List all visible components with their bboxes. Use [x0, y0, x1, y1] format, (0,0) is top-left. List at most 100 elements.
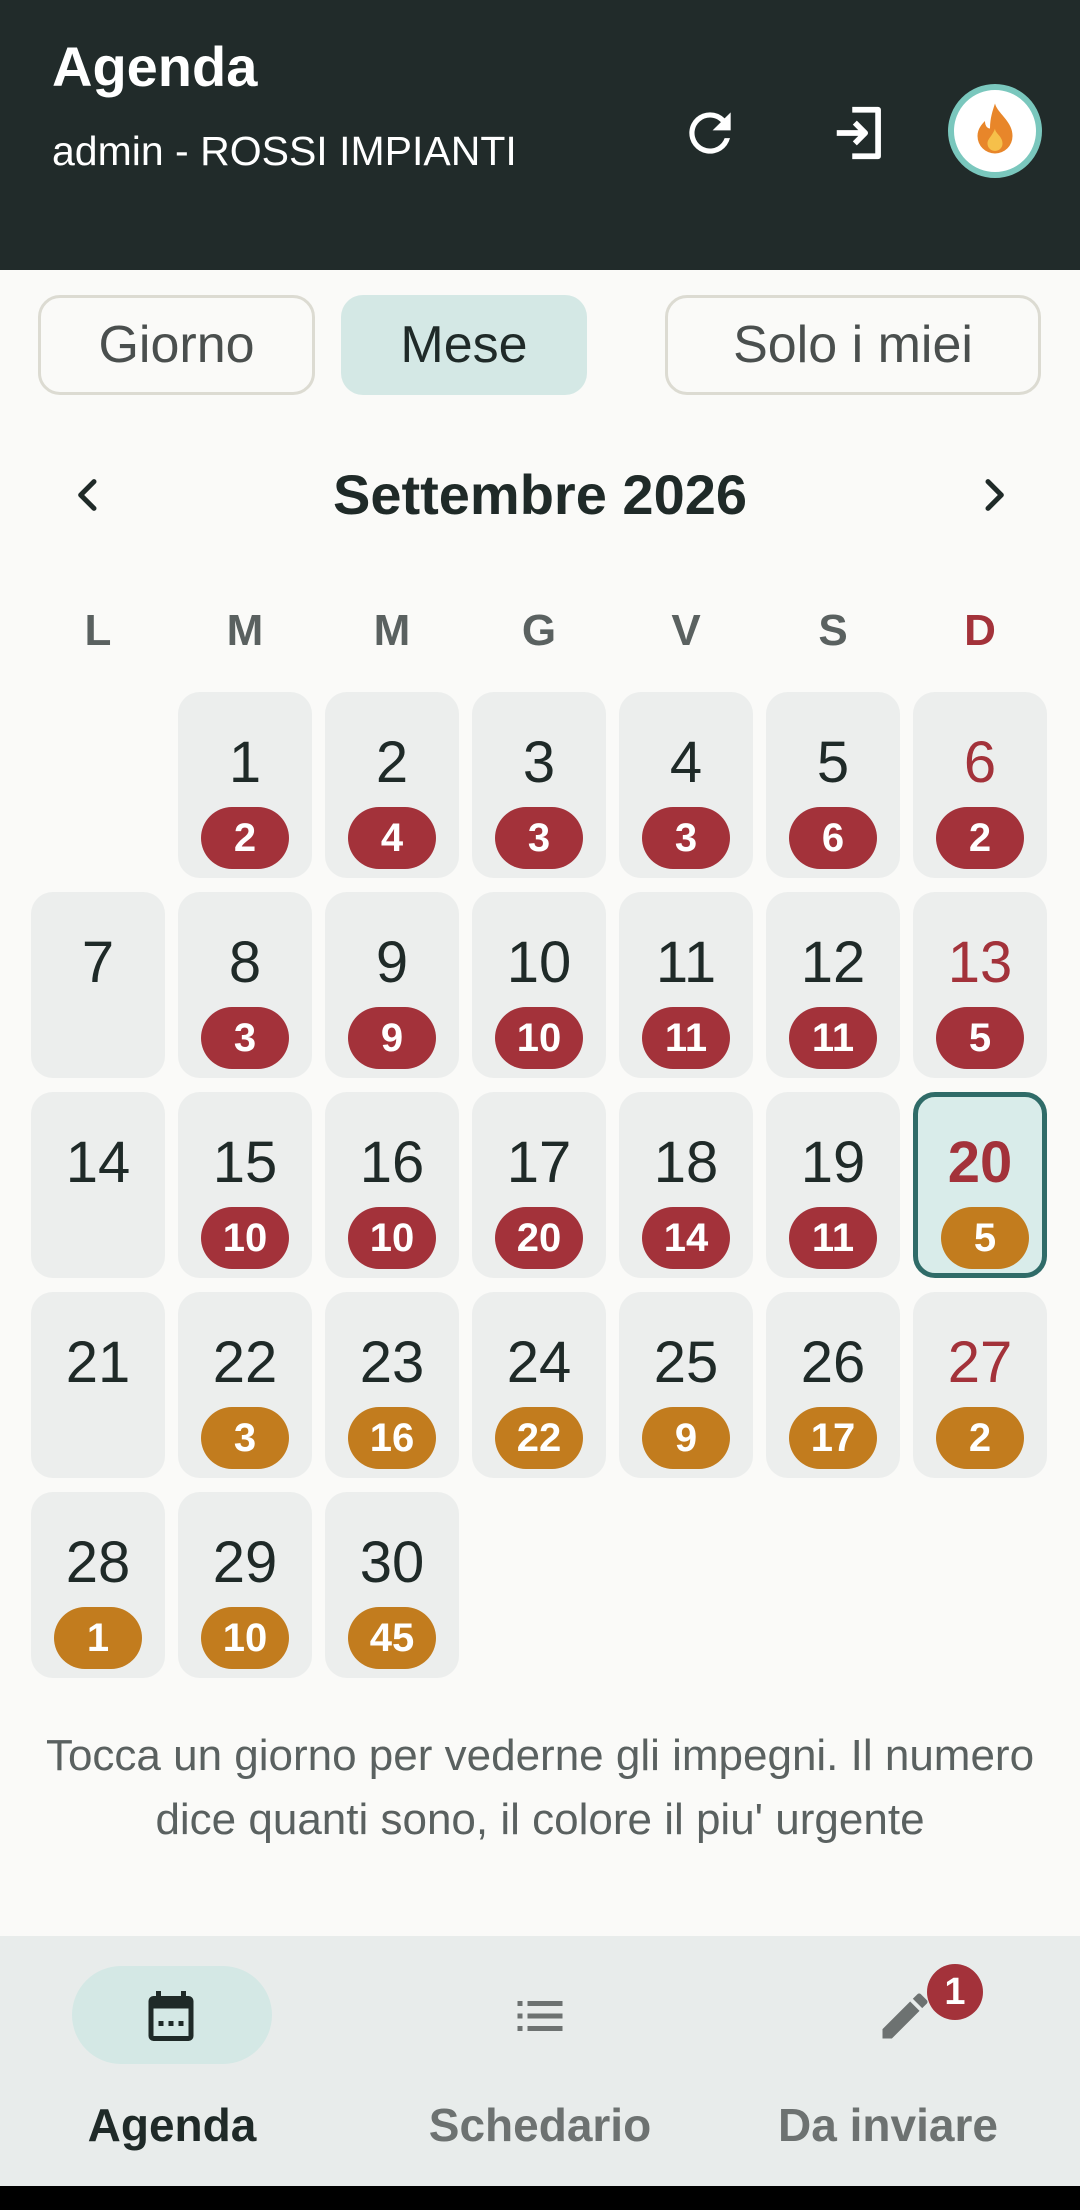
calendar-day[interactable]: 25 9	[619, 1292, 753, 1478]
event-count-badge: 2	[936, 807, 1024, 869]
event-count-badge: 3	[642, 807, 730, 869]
calendar-day[interactable]: 27 2	[913, 1292, 1047, 1478]
tab-mese[interactable]: Mese	[341, 295, 587, 395]
bottom-nav: Agenda Schedario 1 Da inviare	[0, 1936, 1080, 2186]
calendar-day[interactable]: 29 10	[178, 1492, 312, 1678]
event-count-badge: 14	[642, 1207, 730, 1269]
pending-count-badge: 1	[927, 1964, 983, 2020]
calendar-day[interactable]: 26 17	[766, 1292, 900, 1478]
nav-item-agenda[interactable]: Agenda	[0, 1936, 360, 2186]
calendar-day[interactable]: 14	[31, 1092, 165, 1278]
nav-item-schedario[interactable]: Schedario	[360, 1936, 720, 2186]
logout-icon	[836, 106, 881, 160]
day-number: 14	[65, 1130, 131, 1195]
event-count-badge: 20	[495, 1207, 583, 1269]
day-number: 26	[800, 1330, 866, 1395]
event-count-badge: 10	[201, 1207, 289, 1269]
day-number: 5	[816, 730, 850, 795]
calendar-day[interactable]: 10 10	[472, 892, 606, 1078]
calendar-day[interactable]: 12 11	[766, 892, 900, 1078]
calendar-day[interactable]: 62	[913, 692, 1047, 878]
day-number: 30	[359, 1530, 425, 1595]
day-number: 22	[212, 1330, 278, 1395]
weekday-label: M	[226, 606, 264, 655]
day-number: 28	[65, 1530, 131, 1595]
prev-month-button[interactable]	[54, 460, 124, 530]
day-number: 20	[947, 1130, 1013, 1195]
list-icon	[517, 2001, 563, 2031]
weekday-label: V	[671, 606, 701, 655]
day-number: 1	[228, 730, 262, 795]
event-count-badge: 11	[789, 1007, 877, 1069]
calendar-day[interactable]: 24 22	[472, 1292, 606, 1478]
nav-label-da-inviare: Da inviare	[778, 2099, 998, 2151]
day-number: 17	[506, 1130, 572, 1195]
calendar-day[interactable]: 83	[178, 892, 312, 1078]
chevron-left-icon	[78, 479, 97, 511]
calendar-day[interactable]: 28 1	[31, 1492, 165, 1678]
calendar-day[interactable]: 99	[325, 892, 459, 1078]
day-number: 7	[81, 930, 115, 995]
calendar-icon	[148, 1991, 194, 2041]
event-count-badge: 11	[789, 1207, 877, 1269]
day-number: 15	[212, 1130, 278, 1195]
day-number: 29	[212, 1530, 278, 1595]
day-number: 2	[375, 730, 409, 795]
day-number: 16	[359, 1130, 425, 1195]
calendar-day[interactable]: 23 16	[325, 1292, 459, 1478]
calendar-day[interactable]: 24	[325, 692, 459, 878]
calendar-day-today[interactable]: 20 5	[913, 1092, 1047, 1278]
day-number: 9	[375, 930, 409, 995]
event-count-badge: 3	[201, 1407, 289, 1469]
event-count-badge: 6	[789, 807, 877, 869]
calendar-hint: Tocca un giorno per vederne gli impegni.…	[45, 1731, 1035, 1844]
calendar-day[interactable]: 7	[31, 892, 165, 1078]
calendar-day[interactable]: 12	[178, 692, 312, 878]
nav-item-da-inviare[interactable]: 1 Da inviare	[720, 1936, 1080, 2186]
event-count-badge: 22	[495, 1407, 583, 1469]
logout-button[interactable]	[815, 88, 905, 178]
weekday-label: L	[84, 606, 112, 655]
calendar-day[interactable]: 43	[619, 692, 753, 878]
event-count-badge: 3	[495, 807, 583, 869]
event-count-badge: 2	[201, 807, 289, 869]
pencil-icon	[882, 1993, 928, 2039]
event-count-badge: 45	[348, 1607, 436, 1669]
avatar[interactable]	[948, 84, 1042, 178]
tab-giorno[interactable]: Giorno	[38, 295, 315, 395]
day-number: 25	[653, 1330, 719, 1395]
calendar-day[interactable]: 13 5	[913, 892, 1047, 1078]
calendar-day[interactable]: 21	[31, 1292, 165, 1478]
calendar-day[interactable]: 16 10	[325, 1092, 459, 1278]
day-number: 11	[655, 930, 717, 995]
event-count-badge: 2	[936, 1407, 1024, 1469]
calendar-day[interactable]: 33	[472, 692, 606, 878]
day-number: 4	[669, 730, 703, 795]
event-count-badge: 10	[201, 1607, 289, 1669]
calendar-day[interactable]: 11 11	[619, 892, 753, 1078]
event-count-badge: 10	[348, 1207, 436, 1269]
event-count-badge: 1	[54, 1607, 142, 1669]
day-number: 10	[506, 930, 572, 995]
refresh-button[interactable]	[665, 88, 755, 178]
calendar-day[interactable]: 19 11	[766, 1092, 900, 1278]
day-number: 21	[65, 1330, 131, 1395]
day-number: 24	[506, 1330, 572, 1395]
calendar-day[interactable]: 56	[766, 692, 900, 878]
day-number: 12	[800, 930, 866, 995]
filter-solo-miei[interactable]: Solo i miei	[665, 295, 1041, 395]
calendar-day[interactable]: 30 45	[325, 1492, 459, 1678]
calendar-day[interactable]: 18 14	[619, 1092, 753, 1278]
calendar-day[interactable]: 17 20	[472, 1092, 606, 1278]
calendar-day[interactable]: 15 10	[178, 1092, 312, 1278]
day-number: 13	[947, 930, 1013, 995]
app-header: Agenda admin - ROSSI IMPIANTI	[0, 0, 1080, 270]
month-title: Settembre 2026	[332, 463, 747, 526]
next-month-button[interactable]	[958, 460, 1028, 530]
system-navigation-bar	[0, 2186, 1080, 2210]
nav-label-schedario: Schedario	[428, 2099, 652, 2151]
event-count-badge: 9	[348, 1007, 436, 1069]
event-count-badge: 3	[201, 1007, 289, 1069]
calendar-day[interactable]: 22 3	[178, 1292, 312, 1478]
chevron-right-icon	[985, 479, 1004, 511]
